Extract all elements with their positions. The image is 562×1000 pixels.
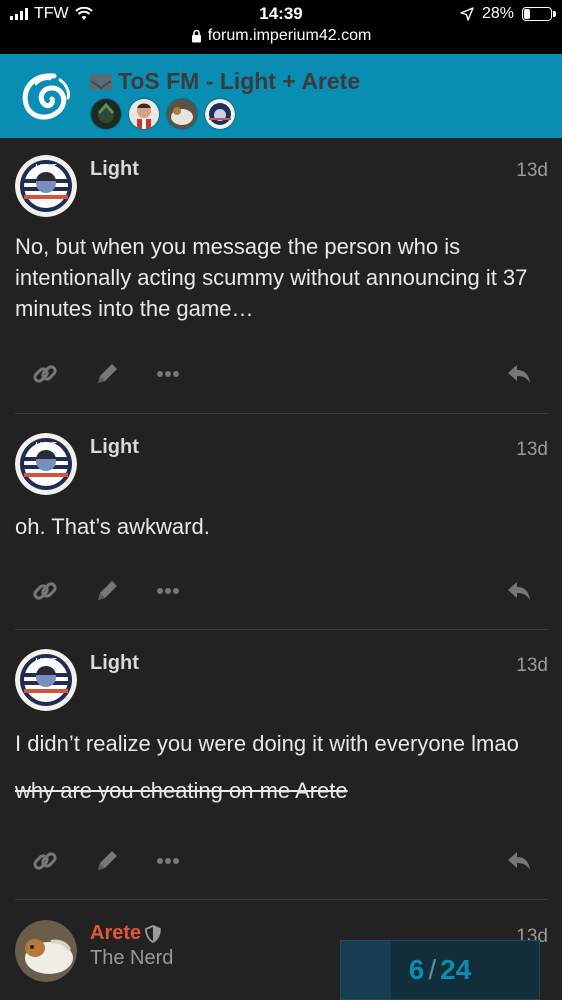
envelope-icon [90, 73, 112, 90]
avatar[interactable] [15, 920, 77, 982]
participant-avatar[interactable] [90, 98, 122, 130]
avatar[interactable]: LIGHT [15, 649, 77, 711]
edit-button[interactable] [87, 841, 127, 881]
reply-icon [508, 852, 530, 870]
topic-progress[interactable]: 6/24 [340, 940, 540, 1000]
post: LIGHT Light 13d No, but when you message… [0, 138, 562, 414]
post-paragraph: No, but when you message the person who … [15, 234, 528, 321]
topic-header: ToS FM - Light + Arete [0, 54, 562, 138]
shield-icon [145, 924, 162, 943]
svg-text:LIGHT: LIGHT [36, 658, 58, 665]
topic-title: ToS FM - Light + Arete [118, 68, 361, 94]
more-button[interactable] [148, 571, 188, 611]
avatar[interactable]: LIGHT [15, 155, 77, 217]
participant-avatar[interactable] [204, 98, 236, 130]
avatar[interactable]: LIGHT [15, 433, 77, 495]
site-logo[interactable] [14, 66, 76, 128]
link-icon [33, 365, 57, 383]
post-body: No, but when you message the person who … [15, 231, 548, 340]
post: LIGHT Light 13d oh. That’s awkward. [0, 414, 562, 630]
share-link-button[interactable] [25, 841, 65, 881]
username-row[interactable]: Arete [90, 922, 162, 945]
username[interactable]: Light [90, 158, 139, 181]
share-link-button[interactable] [25, 354, 65, 394]
svg-text:LIGHT: LIGHT [36, 442, 58, 449]
more-icon [157, 858, 179, 864]
pencil-icon [98, 364, 117, 383]
participant-avatar[interactable] [166, 98, 198, 130]
lock-icon [191, 29, 201, 43]
battery-level [524, 9, 530, 19]
reply-button[interactable] [499, 571, 539, 611]
post-date[interactable]: 13d [516, 160, 548, 182]
post-actions [0, 841, 562, 881]
link-icon [33, 852, 57, 870]
link-icon [33, 582, 57, 600]
participant-avatar[interactable] [128, 98, 160, 130]
post-body: oh. That’s awkward. [15, 511, 548, 558]
pencil-icon [98, 851, 117, 870]
username[interactable]: Light [90, 652, 139, 675]
progress-text: 6/24 [409, 954, 472, 986]
post-paragraph: oh. That’s awkward. [15, 514, 210, 539]
reply-icon [508, 365, 530, 383]
status-bar: TFW 14:39 forum.imperium42.com 28% [0, 0, 562, 54]
reply-icon [508, 582, 530, 600]
post-actions [0, 354, 562, 394]
topic-title-row[interactable]: ToS FM - Light + Arete [90, 68, 360, 95]
battery-icon [522, 7, 556, 21]
address-bar[interactable]: forum.imperium42.com [0, 27, 562, 45]
more-icon [157, 588, 179, 594]
url-text: forum.imperium42.com [207, 27, 372, 44]
progress-total: 24 [440, 954, 472, 985]
post-date[interactable]: 13d [516, 655, 548, 677]
progress-current: 6 [408, 954, 425, 985]
post-body: I didn’t realize you were doing it with … [15, 728, 548, 822]
post-paragraph: I didn’t realize you were doing it with … [15, 731, 519, 756]
battery-percent: 28% [481, 5, 514, 22]
pencil-icon [98, 581, 117, 600]
reply-button[interactable] [499, 354, 539, 394]
location-arrow-icon [460, 7, 474, 21]
swirl-logo-icon [15, 67, 75, 127]
reply-button[interactable] [499, 841, 539, 881]
progress-separator: / [428, 954, 437, 985]
more-button[interactable] [148, 841, 188, 881]
status-right: 28% [460, 5, 556, 23]
username: Arete [90, 922, 142, 944]
user-title: The Nerd [90, 947, 174, 969]
edit-button[interactable] [87, 354, 127, 394]
post: LIGHT Light 13d I didn’t realize you wer… [0, 630, 562, 900]
svg-text:LIGHT: LIGHT [36, 164, 58, 171]
post-date[interactable]: 13d [516, 439, 548, 461]
progress-fill [341, 941, 391, 999]
edit-button[interactable] [87, 571, 127, 611]
participant-list [90, 98, 236, 130]
more-button[interactable] [148, 354, 188, 394]
share-link-button[interactable] [25, 571, 65, 611]
post-actions [0, 571, 562, 611]
more-icon [157, 371, 179, 377]
username[interactable]: Light [90, 436, 139, 459]
struck-paragraph: why are you cheating on me Arete [15, 778, 348, 803]
